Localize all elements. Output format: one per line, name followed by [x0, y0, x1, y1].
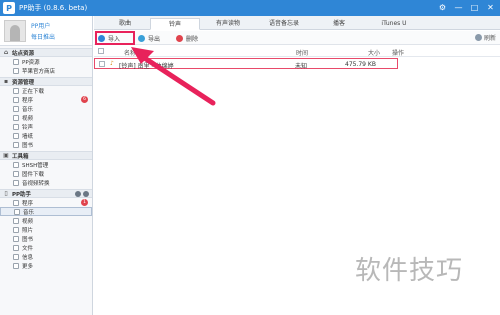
- music-icon: [14, 208, 20, 215]
- watermark-text: 软件技巧: [355, 256, 464, 286]
- tab-itunes-u[interactable]: iTunes U: [366, 18, 422, 30]
- sidebar-item-wallpaper[interactable]: 墙纸: [0, 131, 92, 140]
- row-time: 未知: [295, 63, 308, 70]
- table-header: 名称 时间 大小 操作: [94, 46, 500, 57]
- section-device[interactable]: ▯ PP助手: [0, 189, 92, 198]
- media-tabs: 歌曲 铃声 有声读物 语音备忘录 播客 iTunes U: [94, 16, 500, 30]
- table-row[interactable]: ♪ [铃声] 南里 - 曲绵婷 未知 475.79 KB: [94, 58, 398, 70]
- video-icon: [13, 114, 19, 121]
- app-title: PP助手 (0.8.6. beta): [19, 4, 88, 12]
- sidebar-item-converter[interactable]: 音视频转换: [0, 178, 92, 187]
- row-checkbox[interactable]: [99, 61, 105, 67]
- tab-voice-memos[interactable]: 语音备忘录: [256, 18, 312, 30]
- sidebar-item-downloading[interactable]: 正在下载: [0, 86, 92, 95]
- minimize-button[interactable]: —: [453, 3, 464, 13]
- book-icon: [13, 235, 19, 242]
- sidebar-item-device-music[interactable]: 音乐: [0, 207, 92, 216]
- section-title: 资源管理: [12, 79, 35, 86]
- message-icon: [13, 253, 19, 260]
- row-size: 475.79 KB: [345, 61, 376, 68]
- video-icon: [13, 217, 19, 224]
- delete-button[interactable]: 删除: [176, 33, 198, 43]
- sidebar-item-video[interactable]: 视频: [0, 113, 92, 122]
- sidebar-item-pp-resources[interactable]: PP资源: [0, 57, 92, 66]
- sidebar-item-device-messages[interactable]: 信息: [0, 252, 92, 261]
- row-name: [铃声] 南里 - 曲绵婷: [119, 63, 174, 70]
- book-icon: [13, 141, 19, 148]
- tab-songs[interactable]: 歌曲: [100, 18, 150, 30]
- sidebar-item-ringtone[interactable]: 铃声: [0, 122, 92, 131]
- ringtone-file-icon: ♪: [110, 60, 114, 67]
- sidebar-item-device-apps[interactable]: 程序 1: [0, 198, 92, 207]
- export-icon: [138, 34, 145, 42]
- import-highlight-box: [95, 31, 135, 45]
- count-badge: 1: [81, 199, 88, 206]
- sidebar-item-firmware[interactable]: 固件下载: [0, 169, 92, 178]
- app-logo-icon: P: [3, 2, 15, 14]
- folder-icon: ▪: [3, 78, 9, 85]
- column-name[interactable]: 名称: [124, 48, 136, 57]
- tab-podcasts[interactable]: 播客: [314, 18, 364, 30]
- toolbox-icon: ▣: [3, 152, 9, 159]
- tab-ringtones[interactable]: 铃声: [150, 18, 200, 30]
- section-title: PP助手: [12, 191, 32, 198]
- section-site-resources[interactable]: ⌂ 站点资源: [0, 48, 92, 57]
- pp-icon: [13, 58, 19, 65]
- bell-icon: [13, 123, 19, 130]
- count-badge: 6: [81, 96, 88, 103]
- sidebar: PP用户 每日推出 ⌂ 站点资源 PP资源 苹果官方商店 ▪ 资源管理 正在下载…: [0, 16, 93, 315]
- photo-icon: [13, 226, 19, 233]
- refresh-icon: [474, 34, 482, 41]
- user-box: PP用户 每日推出: [0, 16, 92, 46]
- sidebar-item-device-photos[interactable]: 照片: [0, 225, 92, 234]
- sidebar-item-shsh[interactable]: SHSH管理: [0, 160, 92, 169]
- file-icon: [13, 244, 19, 251]
- column-time[interactable]: 时间: [296, 48, 308, 57]
- download-icon: [13, 87, 19, 94]
- home-icon: ⌂: [3, 49, 9, 56]
- avatar[interactable]: [4, 19, 26, 42]
- sidebar-item-apps[interactable]: 程序 6: [0, 95, 92, 104]
- title-bar: P PP助手 (0.8.6. beta) ⚙ — □ ✕: [0, 0, 500, 16]
- settings-icon[interactable]: ⚙: [437, 3, 448, 13]
- section-toolbox[interactable]: ▣ 工具箱: [0, 151, 92, 160]
- column-action: 操作: [392, 50, 405, 57]
- firmware-icon: [13, 170, 19, 177]
- delete-icon: [176, 34, 183, 42]
- select-all-checkbox[interactable]: [98, 48, 104, 54]
- shsh-icon: [13, 161, 19, 168]
- app-icon: [13, 199, 19, 206]
- more-icon: [13, 262, 19, 269]
- sidebar-item-device-books[interactable]: 图书: [0, 234, 92, 243]
- wallpaper-icon: [13, 132, 19, 139]
- export-button[interactable]: 导出: [138, 33, 160, 43]
- sidebar-item-device-video[interactable]: 视频: [0, 216, 92, 225]
- column-size[interactable]: 大小: [368, 48, 380, 57]
- device-settings-icon[interactable]: [75, 191, 81, 197]
- device-icon: ▯: [4, 190, 8, 197]
- section-resource-management[interactable]: ▪ 资源管理: [0, 77, 92, 86]
- section-title: 站点资源: [12, 50, 35, 57]
- sidebar-item-music[interactable]: 音乐: [0, 104, 92, 113]
- user-name[interactable]: PP用户: [31, 21, 55, 30]
- app-icon: [13, 96, 19, 103]
- user-action-link[interactable]: 每日推出: [31, 32, 55, 41]
- convert-icon: [13, 179, 19, 186]
- sidebar-item-device-more[interactable]: 更多: [0, 261, 92, 270]
- store-icon: [13, 67, 19, 74]
- refresh-button[interactable]: 刷新: [474, 33, 496, 42]
- music-icon: [13, 105, 19, 112]
- tab-audiobooks[interactable]: 有声读物: [202, 18, 254, 30]
- device-close-icon[interactable]: [83, 191, 89, 197]
- sidebar-item-device-files[interactable]: 文件: [0, 243, 92, 252]
- section-title: 工具箱: [12, 153, 29, 160]
- toolbar: 导入 导出 删除 刷新: [94, 31, 500, 45]
- sidebar-item-books[interactable]: 图书: [0, 140, 92, 149]
- sidebar-item-apple-store[interactable]: 苹果官方商店: [0, 66, 92, 75]
- close-button[interactable]: ✕: [485, 3, 496, 13]
- maximize-button[interactable]: □: [469, 3, 480, 13]
